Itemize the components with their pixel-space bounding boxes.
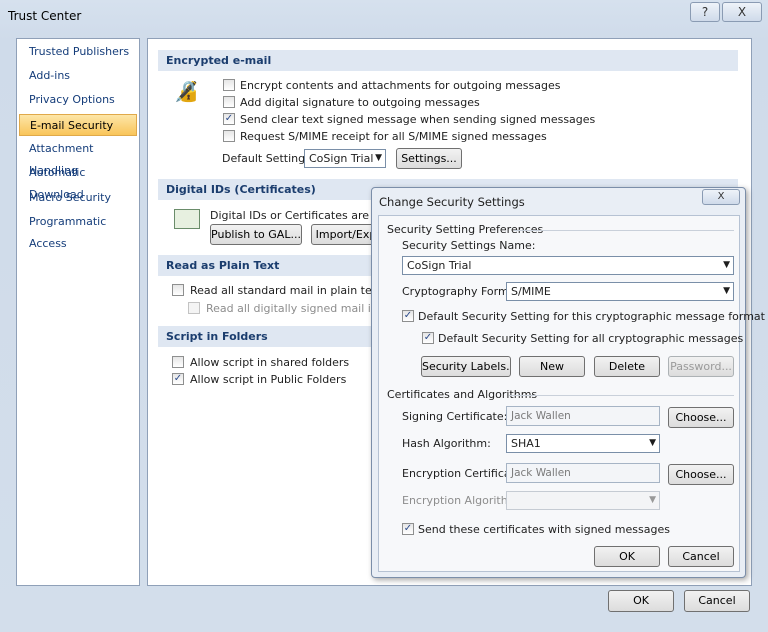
- enc-alg-label: Encryption Algorithm:: [402, 494, 523, 507]
- dialog-cancel-button[interactable]: Cancel: [668, 546, 734, 567]
- settings-name-value: CoSign Trial: [407, 259, 472, 272]
- hash-value: SHA1: [511, 437, 541, 450]
- default-all-checkbox[interactable]: ✓: [422, 332, 434, 344]
- publish-to-gal-button[interactable]: Publish to GAL...: [210, 224, 302, 245]
- sign-checkbox[interactable]: [223, 96, 235, 108]
- sign-label: Add digital signature to outgoing messag…: [240, 96, 480, 109]
- delete-button[interactable]: Delete: [594, 356, 660, 377]
- hash-label: Hash Algorithm:: [402, 437, 491, 450]
- sidebar-item-email-security[interactable]: E-mail Security: [19, 114, 137, 136]
- sidebar-item-privacy-options[interactable]: Privacy Options: [19, 89, 137, 111]
- public-folders-checkbox[interactable]: ✓: [172, 373, 184, 385]
- window-title: Trust Center: [8, 9, 82, 23]
- help-button[interactable]: ?: [690, 2, 720, 22]
- divider: [514, 230, 734, 231]
- encrypt-label: Encrypt contents and attachments for out…: [240, 79, 561, 92]
- divider: [509, 395, 734, 396]
- default-all-label: Default Security Setting for all cryptog…: [438, 332, 744, 345]
- signing-cert-field[interactable]: Jack Wallen: [506, 406, 660, 426]
- crypto-format-select[interactable]: S/MIME ▼: [506, 282, 734, 301]
- sidebar-item-automatic-download[interactable]: Automatic Download: [19, 162, 137, 201]
- plain-text-label: Read all standard mail in plain text: [190, 284, 383, 297]
- crypto-format-value: S/MIME: [511, 285, 551, 298]
- default-setting-select[interactable]: CoSign Trial ▼: [304, 149, 386, 168]
- sidebar-item-trusted-publishers[interactable]: Trusted Publishers: [19, 41, 137, 63]
- plain-text-checkbox[interactable]: [172, 284, 184, 296]
- change-security-settings-dialog: Change Security Settings X Security Sett…: [371, 187, 765, 578]
- choose-signing-button[interactable]: Choose...: [668, 407, 734, 428]
- shared-folders-checkbox[interactable]: [172, 356, 184, 368]
- enc-alg-select[interactable]: ▼: [506, 491, 660, 510]
- sidebar-item-programmatic-access[interactable]: Programmatic Access: [19, 211, 137, 250]
- sidebar: Trusted Publishers Add-ins Privacy Optio…: [16, 38, 140, 586]
- close-button[interactable]: X: [722, 2, 762, 22]
- enc-cert-field[interactable]: Jack Wallen: [506, 463, 660, 483]
- ok-button[interactable]: OK: [608, 590, 674, 612]
- smime-receipt-label: Request S/MIME receipt for all S/MIME si…: [240, 130, 547, 143]
- default-format-checkbox[interactable]: ✓: [402, 310, 414, 322]
- dialog-title: Change Security Settings: [379, 195, 525, 209]
- name-label: Security Settings Name:: [402, 239, 536, 252]
- clear-text-checkbox[interactable]: ✓: [223, 113, 235, 125]
- sidebar-item-attachment-handling[interactable]: Attachment Handling: [19, 138, 137, 177]
- send-certs-checkbox[interactable]: ✓: [402, 523, 414, 535]
- cancel-button[interactable]: Cancel: [684, 590, 750, 612]
- chevron-down-icon: ▼: [723, 260, 730, 270]
- dialog-ok-button[interactable]: OK: [594, 546, 660, 567]
- sidebar-item-add-ins[interactable]: Add-ins: [19, 65, 137, 87]
- hash-select[interactable]: SHA1 ▼: [506, 434, 660, 453]
- chevron-down-icon: ▼: [649, 495, 656, 505]
- certificate-icon: [174, 209, 200, 229]
- new-button[interactable]: New: [519, 356, 585, 377]
- public-folders-label: Allow script in Public Folders: [190, 373, 347, 386]
- chevron-down-icon: ▼: [649, 438, 656, 448]
- send-certs-label: Send these certificates with signed mess…: [418, 523, 670, 536]
- signed-plain-text-checkbox[interactable]: [188, 302, 200, 314]
- settings-name-combo[interactable]: CoSign Trial ▼: [402, 256, 734, 275]
- section-header-encrypted: Encrypted e-mail: [158, 50, 738, 71]
- encrypt-checkbox[interactable]: [223, 79, 235, 91]
- security-labels-button[interactable]: Security Labels...: [421, 356, 511, 377]
- signing-cert-label: Signing Certificate:: [402, 410, 508, 423]
- password-button[interactable]: Password...: [668, 356, 734, 377]
- smime-receipt-checkbox[interactable]: [223, 130, 235, 142]
- shared-folders-label: Allow script in shared folders: [190, 356, 350, 369]
- default-format-label: Default Security Setting for this crypto…: [418, 310, 765, 323]
- sidebar-item-macro-security[interactable]: Macro Security: [19, 187, 137, 209]
- chevron-down-icon: ▼: [723, 286, 730, 296]
- dialog-body: Security Setting Preferences Security Se…: [378, 215, 765, 572]
- default-setting-value: CoSign Trial: [309, 152, 374, 165]
- choose-enc-button[interactable]: Choose...: [668, 464, 734, 485]
- clear-text-label: Send clear text signed message when send…: [240, 113, 596, 126]
- chevron-down-icon: ▼: [375, 153, 382, 163]
- lock-ribbon-icon: 🔏: [174, 79, 199, 103]
- dialog-close-button[interactable]: X: [702, 189, 740, 205]
- settings-button[interactable]: Settings...: [396, 148, 462, 169]
- default-setting-label: Default Setting:: [222, 152, 309, 165]
